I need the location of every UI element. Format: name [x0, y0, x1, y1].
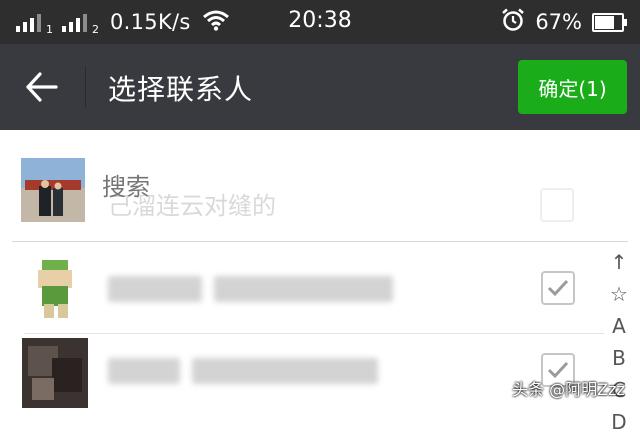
status-bar: 1 2 0.15K/s 20:38 67%: [0, 0, 640, 44]
contact-name-blurred: [108, 276, 393, 304]
battery-icon: [592, 12, 627, 32]
contact-checkbox[interactable]: [541, 271, 575, 305]
index-letter-a[interactable]: A: [612, 310, 626, 342]
contact-avatar: [22, 338, 88, 408]
search-input[interactable]: [100, 172, 524, 202]
watermark: 头条 @阿明Zzz: [512, 380, 625, 399]
arrow-left-icon[interactable]: [24, 70, 60, 104]
status-right: 67%: [501, 8, 627, 36]
confirm-button[interactable]: 确定(1): [518, 60, 627, 114]
header-divider: [85, 66, 86, 108]
selected-avatar[interactable]: [21, 158, 85, 222]
alarm-icon: [501, 8, 525, 36]
index-arrow-up[interactable]: ↑: [611, 246, 628, 278]
alphabet-index-bar[interactable]: ↑ ☆ A B C D: [604, 246, 634, 438]
index-letter-d[interactable]: D: [611, 406, 626, 438]
page-title: 选择联系人: [108, 73, 254, 106]
battery-percent: 67%: [535, 10, 582, 34]
index-letter-b[interactable]: B: [612, 342, 626, 374]
row-divider: [24, 333, 604, 334]
index-star[interactable]: ☆: [610, 278, 628, 310]
battery-fill: [595, 15, 614, 29]
contact-avatar: [22, 256, 88, 326]
ghost-checkbox: [540, 188, 574, 222]
app-header: 选择联系人 确定(1): [0, 44, 640, 130]
search-underline: [12, 241, 628, 242]
contact-name-blurred: [108, 358, 393, 386]
